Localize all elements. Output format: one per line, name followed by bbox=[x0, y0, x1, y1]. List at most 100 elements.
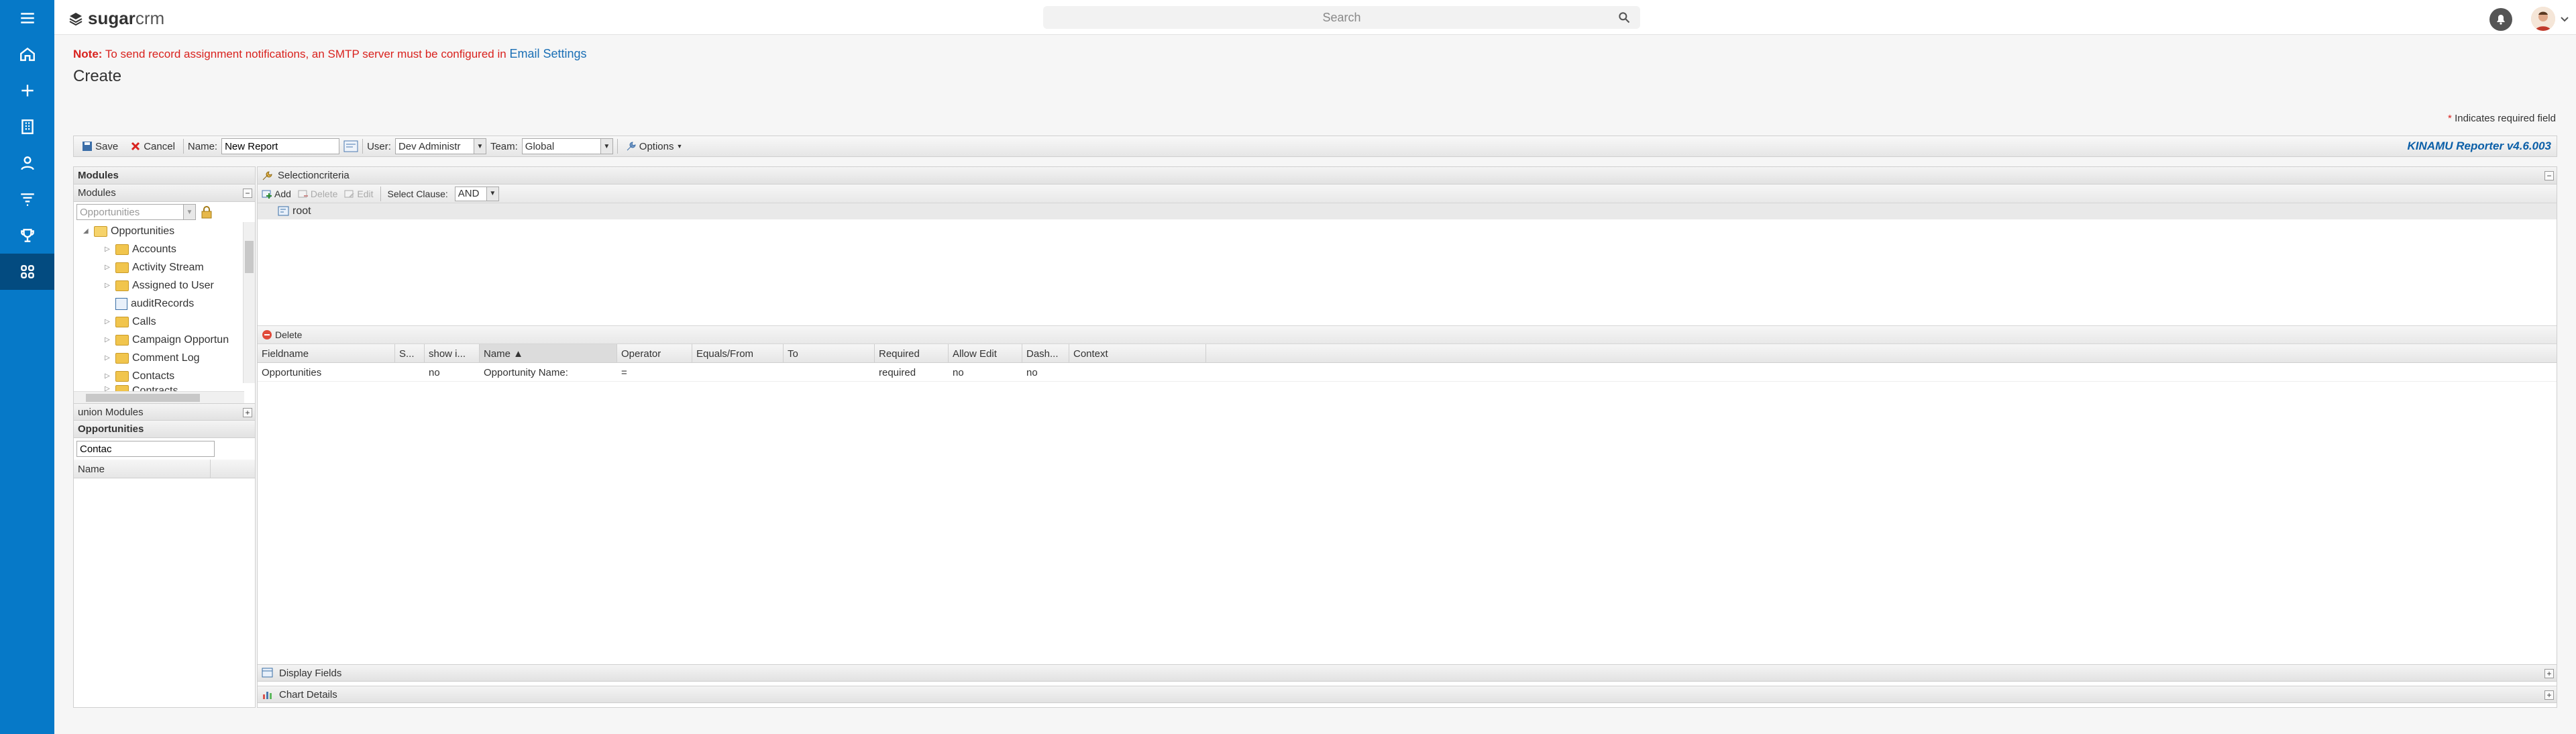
tree-node[interactable]: ▷ Campaign Opportun bbox=[74, 331, 255, 349]
email-settings-link[interactable]: Email Settings bbox=[509, 47, 586, 60]
tree-collapsed-icon[interactable]: ▷ bbox=[105, 282, 111, 289]
display-fields-header[interactable]: Display Fields + bbox=[257, 664, 2557, 682]
lock-icon[interactable] bbox=[200, 205, 213, 219]
chart-details-header[interactable]: Chart Details + bbox=[257, 686, 2557, 703]
field-filter-input[interactable] bbox=[76, 441, 215, 457]
tree-horizontal-scrollbar[interactable] bbox=[74, 391, 244, 403]
select-clause-dropdown[interactable]: AND ▼ bbox=[454, 186, 499, 201]
add-button[interactable]: Add bbox=[262, 189, 291, 199]
building-icon[interactable] bbox=[0, 109, 54, 145]
save-icon bbox=[83, 142, 92, 151]
search-icon[interactable] bbox=[1617, 11, 1631, 24]
tree-collapsed-icon[interactable]: ▷ bbox=[105, 246, 111, 253]
name-editor-icon[interactable] bbox=[343, 140, 358, 152]
tree-node[interactable]: ▷ Accounts bbox=[74, 240, 255, 258]
col-s[interactable]: S... bbox=[395, 344, 425, 362]
collapse-icon[interactable]: − bbox=[2544, 171, 2554, 180]
contact-icon[interactable] bbox=[0, 145, 54, 181]
col-operator[interactable]: Operator bbox=[617, 344, 692, 362]
team-value: Global bbox=[525, 140, 555, 152]
cell-fieldname: Opportunities bbox=[262, 367, 322, 378]
selection-criteria-panel: Selectioncriteria − Add Delete Edit Sele… bbox=[257, 166, 2557, 708]
report-toolbar: Save Cancel Name: User: Dev Administr ▼ … bbox=[73, 136, 2557, 157]
tree-node-label: Comment Log bbox=[132, 352, 200, 364]
tree-collapsed-icon[interactable]: ▷ bbox=[105, 372, 111, 380]
tree-node[interactable]: ▷ Assigned to User bbox=[74, 276, 255, 295]
search-placeholder: Search bbox=[1322, 10, 1361, 24]
toolbar-divider bbox=[182, 139, 184, 154]
fields-list-header: Name bbox=[74, 460, 255, 478]
tree-collapsed-icon[interactable]: ▷ bbox=[105, 336, 111, 344]
chevron-down-icon[interactable] bbox=[2559, 13, 2570, 24]
chevron-down-icon[interactable]: ▼ bbox=[486, 187, 498, 201]
folder-icon bbox=[115, 352, 129, 364]
report-name-input[interactable] bbox=[221, 138, 340, 154]
tree-node-root[interactable]: ◢ Opportunities bbox=[74, 222, 255, 240]
home-icon[interactable] bbox=[0, 36, 54, 72]
edit-criteria-button[interactable]: Edit bbox=[344, 188, 374, 199]
trophy-icon[interactable] bbox=[0, 217, 54, 254]
tree-node[interactable]: ▷ Comment Log bbox=[74, 349, 255, 367]
tree-node[interactable]: ▷ Contacts bbox=[74, 367, 255, 385]
chevron-down-icon[interactable]: ▼ bbox=[600, 139, 612, 154]
user-select[interactable]: Dev Administr ▼ bbox=[394, 138, 486, 154]
filter-icon[interactable] bbox=[0, 181, 54, 217]
edit-label: Edit bbox=[357, 188, 374, 199]
expand-icon[interactable]: + bbox=[2544, 669, 2554, 678]
expand-icon[interactable]: + bbox=[2544, 690, 2554, 700]
tree-expanded-icon[interactable]: ◢ bbox=[83, 227, 90, 235]
chevron-down-icon[interactable]: ▼ bbox=[183, 205, 195, 219]
cell-allow-edit: no bbox=[953, 367, 964, 378]
tree-node[interactable]: ▷ Calls bbox=[74, 313, 255, 331]
tree-node-label: Activity Stream bbox=[132, 261, 204, 273]
scroll-thumb[interactable] bbox=[86, 394, 200, 402]
col-required[interactable]: Required bbox=[875, 344, 949, 362]
col-allow-edit[interactable]: Allow Edit bbox=[949, 344, 1022, 362]
tree-collapsed-icon[interactable]: ▷ bbox=[105, 318, 111, 325]
table-row[interactable]: Opportunities no Opportunity Name: = req… bbox=[258, 363, 2557, 382]
caret-down-icon: ▼ bbox=[676, 143, 683, 150]
save-button[interactable]: Save bbox=[78, 138, 122, 154]
delete-criteria-button[interactable]: Delete bbox=[298, 189, 337, 199]
chevron-down-icon[interactable]: ▼ bbox=[473, 139, 486, 154]
options-button[interactable]: Options ▼ bbox=[622, 138, 687, 154]
folder-icon bbox=[115, 370, 129, 382]
global-search-input[interactable]: Search bbox=[1043, 6, 1640, 29]
col-dash[interactable]: Dash... bbox=[1022, 344, 1069, 362]
tree-collapsed-icon[interactable]: ▷ bbox=[105, 264, 111, 271]
name-column-header[interactable]: Name bbox=[74, 460, 211, 478]
name-label: Name: bbox=[187, 140, 218, 152]
collapse-icon[interactable]: − bbox=[243, 189, 252, 198]
module-select[interactable]: Opportunities ▼ bbox=[76, 204, 196, 220]
col-show[interactable]: show i... bbox=[425, 344, 480, 362]
required-star: * bbox=[2448, 113, 2452, 124]
cell-equals-from[interactable] bbox=[692, 363, 784, 381]
col-name[interactable]: Name ▲ bbox=[480, 344, 617, 362]
tree-collapsed-icon[interactable]: ▷ bbox=[105, 354, 111, 362]
modules-sub-title: Modules bbox=[78, 187, 116, 199]
menu-icon[interactable] bbox=[0, 0, 54, 36]
cancel-button[interactable]: Cancel bbox=[126, 138, 179, 154]
scroll-thumb[interactable] bbox=[245, 241, 254, 273]
folder-icon bbox=[115, 334, 129, 346]
apps-grid-icon[interactable] bbox=[0, 254, 54, 290]
col-context[interactable]: Context bbox=[1069, 344, 1206, 362]
notifications-icon[interactable] bbox=[2489, 8, 2512, 31]
col-equals-from[interactable]: Equals/From bbox=[692, 344, 784, 362]
col-to[interactable]: To bbox=[784, 344, 875, 362]
tree-node[interactable]: ▷ Activity Stream bbox=[74, 258, 255, 276]
cell-to[interactable] bbox=[784, 363, 875, 381]
delete-row-button[interactable]: Delete bbox=[262, 329, 302, 340]
team-select[interactable]: Global ▼ bbox=[521, 138, 613, 154]
col-fieldname[interactable]: Fieldname bbox=[258, 344, 395, 362]
tree-vertical-scrollbar[interactable] bbox=[243, 222, 255, 383]
user-avatar[interactable] bbox=[2531, 7, 2555, 31]
selection-criteria-header: Selectioncriteria − bbox=[258, 167, 2557, 185]
plus-icon[interactable] bbox=[0, 72, 54, 109]
toolbar-divider bbox=[380, 186, 381, 201]
wrench-icon bbox=[627, 142, 636, 151]
criteria-root-node[interactable]: root bbox=[258, 203, 2557, 219]
sugarcrm-logo[interactable]: sugarcrm bbox=[68, 8, 164, 29]
expand-icon[interactable]: + bbox=[243, 408, 252, 417]
tree-node[interactable]: auditRecords bbox=[74, 295, 255, 313]
